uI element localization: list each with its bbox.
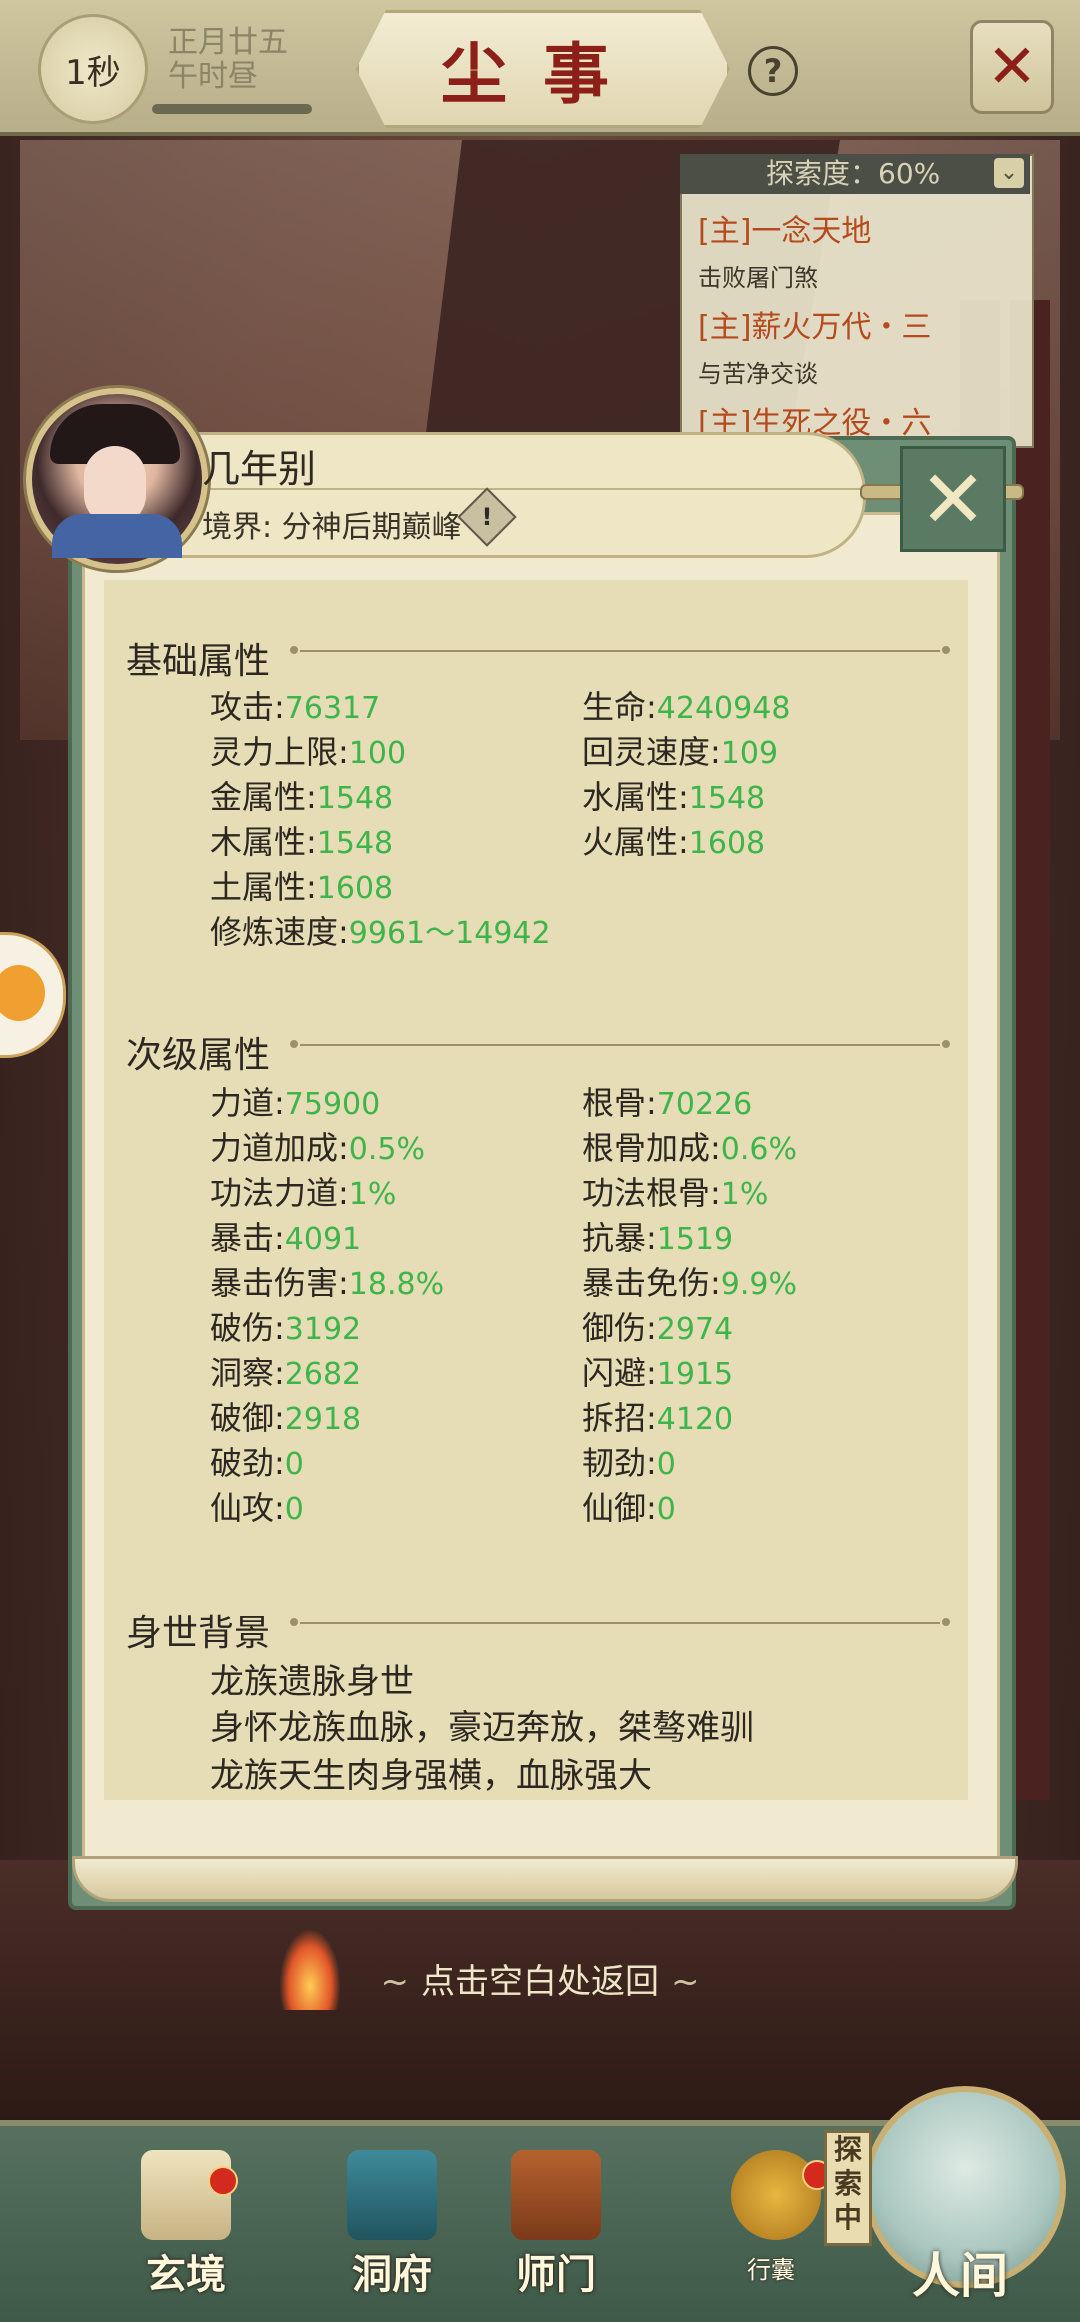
stat-spirit-regen: 回灵速度:109: [582, 733, 779, 771]
nav-label: 师门: [516, 2251, 596, 2298]
return-hint[interactable]: 点击空白处返回: [340, 1954, 740, 2003]
bag-label: 行囊: [747, 2256, 795, 2284]
nav-label: 玄境: [146, 2251, 226, 2298]
close-icon[interactable]: ✕: [970, 20, 1054, 114]
quest-desc: 与苦净交谈: [698, 360, 818, 388]
timer-badge[interactable]: 1秒: [38, 14, 148, 124]
close-modal-icon[interactable]: ✕: [900, 446, 1006, 552]
stat-break-defense: 破御:2918: [210, 1399, 362, 1437]
stat-immortal-defense: 仙御:0: [582, 1489, 676, 1527]
stat-insight: 洞察:2682: [210, 1354, 362, 1392]
banner-icon: [511, 2150, 601, 2240]
nav-label: 洞府: [352, 2251, 432, 2298]
quest-item[interactable]: [主]薪火万代・三 与苦净交谈: [698, 302, 1018, 389]
explore-label: 探索度：60%: [766, 157, 941, 190]
stat-metal: 金属性:1548: [210, 778, 394, 816]
section-divider: [290, 646, 950, 654]
background-line: 龙族天生肉身强横，血脉强大: [210, 1756, 652, 1796]
stat-toughness: 韧劲:0: [582, 1444, 676, 1482]
pavilion-icon: [347, 2150, 437, 2240]
nav-item-shimen[interactable]: 师门: [486, 2150, 626, 2298]
date-line2: 午时昼: [168, 59, 258, 94]
exploring-tag: 探索中: [824, 2130, 872, 2246]
scene-fire: [280, 1930, 340, 2010]
stat-crit-resist: 抗暴:1519: [582, 1219, 734, 1257]
chevron-down-icon[interactable]: ⌄: [994, 158, 1024, 188]
quest-desc: 击败屠门煞: [698, 264, 818, 292]
stat-earth: 土属性:1608: [210, 868, 394, 906]
stat-skill-bone: 功法根骨:1%: [582, 1174, 769, 1212]
section-title-basic: 基础属性: [126, 641, 271, 682]
top-bar: 1秒 正月廿五 午时昼 尘事 ? ✕: [0, 0, 1080, 136]
date-line1: 正月廿五: [168, 25, 288, 60]
stat-immortal-attack: 仙攻:0: [210, 1489, 304, 1527]
stat-hp: 生命:4240948: [582, 688, 791, 726]
stat-water: 水属性:1548: [582, 778, 766, 816]
help-icon[interactable]: ?: [748, 46, 798, 96]
time-progress-bar: [152, 104, 312, 114]
stat-strength-bonus: 力道加成:0.5%: [210, 1129, 426, 1167]
stat-crit-damage: 暴击伤害:18.8%: [210, 1264, 445, 1302]
notification-badge: [208, 2166, 238, 2196]
page-title: 尘事: [356, 10, 730, 128]
stat-skill-strength: 功法力道:1%: [210, 1174, 397, 1212]
quest-item[interactable]: [主]一念天地 击败屠门煞: [698, 206, 1018, 293]
side-menu-icon: [0, 965, 45, 1021]
game-date: 正月廿五 午时昼: [168, 26, 288, 94]
stat-strength: 力道:75900: [210, 1084, 381, 1122]
stat-attack: 攻击:76317: [210, 688, 381, 726]
background-line: 身怀龙族血脉，豪迈奔放，桀骜难驯: [210, 1708, 754, 1748]
stat-guard: 御伤:2974: [582, 1309, 734, 1347]
avatar-robe: [52, 514, 182, 558]
stat-bone: 根骨:70226: [582, 1084, 753, 1122]
world-label: 人间: [911, 2248, 1008, 2304]
stat-pierce: 破伤:3192: [210, 1309, 362, 1347]
quest-title: [主]薪火万代・三: [698, 310, 932, 345]
quest-title: [主]一念天地: [698, 214, 872, 249]
character-realm: 境界: 分神后期巅峰: [202, 510, 462, 545]
stat-bone-bonus: 根骨加成:0.6%: [582, 1129, 798, 1167]
stat-counter: 拆招:4120: [582, 1399, 734, 1437]
stat-wood: 木属性:1548: [210, 823, 394, 861]
stat-break-force: 破劲:0: [210, 1444, 304, 1482]
stat-crit-reduction: 暴击免伤:9.9%: [582, 1264, 798, 1302]
nav-item-xuanjing[interactable]: 玄境: [116, 2150, 256, 2298]
section-title-secondary: 次级属性: [126, 1035, 271, 1076]
stat-cultivation-speed: 修炼速度:9961～14942: [210, 913, 551, 951]
explore-progress[interactable]: 探索度：60% ⌄: [680, 154, 1030, 194]
section-divider: [290, 1618, 950, 1626]
stat-crit: 暴击:4091: [210, 1219, 362, 1257]
stat-spirit-max: 灵力上限:100: [210, 733, 407, 771]
realm-info-glyph: !: [481, 503, 493, 531]
stat-dodge: 闪避:1915: [582, 1354, 734, 1392]
stat-fire: 火属性:1608: [582, 823, 766, 861]
character-name: 几年别: [202, 447, 317, 491]
section-title-background: 身世背景: [126, 1613, 271, 1654]
avatar: [26, 388, 208, 570]
scene-pillar: [1010, 300, 1050, 1800]
background-line: 龙族遗脉身世: [210, 1662, 414, 1702]
section-divider: [290, 1040, 950, 1048]
scroll-bottom-edge: [72, 1856, 1018, 1902]
nav-item-dongfu[interactable]: 洞府: [322, 2150, 462, 2298]
